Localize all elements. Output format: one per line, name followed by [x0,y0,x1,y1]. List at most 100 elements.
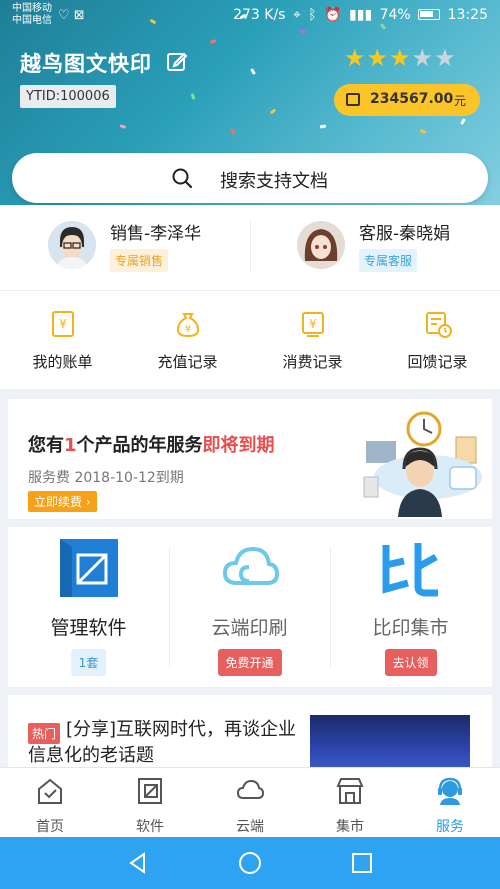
menu-item-bill[interactable]: ¥ 我的账单 [0,305,125,385]
yen-receipt-icon: ¥ [301,312,324,337]
location-icon: ⌖ [292,7,301,23]
bill-icon: ¥ [51,311,74,337]
cloud-icon [222,546,279,585]
home-icon [38,778,62,804]
quick-menu: ¥ 我的账单 ¥ 充值记录 ¥ 消费记录 回馈记录 [0,291,500,389]
tab-label: 首页 [36,819,64,835]
bluetooth-icon: ᛒ [308,7,317,23]
tab-bar: 首页 软件 云端 集市 服务 [0,767,500,837]
status-right: 273 K/s ⌖ ᛒ ⏰ ▮▮▮ 74% 13:25 [230,7,488,23]
contacts-panel: 销售-李泽华 专属销售 客服-秦晓娟 专属客服 [0,205,500,291]
hot-tag: 热门 [28,723,61,744]
sales-contact[interactable]: 销售-李泽华 专属销售 [48,217,268,279]
banner-count: 1 [64,435,77,456]
star-empty-icon: ★ [411,44,435,72]
product-badge[interactable]: 去认领 [384,649,437,676]
recents-icon[interactable] [350,851,374,875]
product-cloud-print[interactable]: 云端印刷 免费开通 [169,527,330,687]
product-name: 管理软件 [50,617,127,639]
search-placeholder: 搜索支持文档 [220,171,328,192]
alarm-icon: ⏰ [324,7,342,23]
service-headset-icon [438,777,462,805]
products-panel: 管理软件 1套 云端印刷 免费开通 比印集市 去认领 [8,527,492,687]
menu-label: 回馈记录 [407,353,468,371]
article-thumbnail [310,715,470,767]
back-icon[interactable] [126,851,150,875]
tab-label: 服务 [436,819,464,835]
star-filled-icon: ★ [344,44,367,72]
banner-title-pre: 您有 [28,435,64,456]
carrier-2: 中国电信 [12,15,52,26]
money-bag-icon: ¥ [176,313,199,338]
ytid-label: YTID:100006 [20,85,116,108]
svg-text:¥: ¥ [309,317,317,331]
shop-name: 越鸟图文快印 [20,52,152,76]
star-empty-icon: ★ [434,44,457,72]
product-management-software[interactable]: 管理软件 1套 [8,527,169,687]
cloud-icon [236,779,265,799]
search-icon [172,168,192,188]
feedback-clock-icon [425,312,452,338]
menu-item-consumption[interactable]: ¥ 消费记录 [250,305,375,385]
product-name: 云端印刷 [211,617,288,639]
battery-icon [418,9,441,20]
tab-market[interactable]: 集市 [300,774,400,836]
tab-label: 软件 [136,819,164,835]
tab-software[interactable]: 软件 [100,774,200,836]
carrier-labels: 中国移动 中国电信 [12,3,52,27]
tab-label: 集市 [336,819,364,835]
banner-title-mid: 个产品的年服务 [76,435,203,456]
avatar [48,221,96,269]
balance-unit: 元 [453,94,466,108]
battery-percent: 74% [379,7,411,23]
service-name: 客服-秦晓娟 [359,224,451,244]
sales-tag: 专属销售 [110,249,169,272]
net-speed: 273 K/s [233,7,286,23]
renew-button[interactable]: 立即续费 › [28,491,97,512]
banner-title: 您有1个产品的年服务即将到期 [28,431,275,457]
menu-item-feedback[interactable]: 回馈记录 [375,305,500,385]
android-nav-bar [0,837,500,889]
avatar [297,221,345,269]
carrier-1: 中国移动 [12,3,52,14]
divider [250,221,251,273]
wallet-icon [346,93,360,106]
service-tag: 专属客服 [359,249,418,272]
rating-stars: ★★★★★ [344,44,457,72]
product-biyin-market[interactable]: 比印集市 去认领 [330,527,491,687]
menu-label: 消费记录 [282,353,343,371]
menu-label: 我的账单 [32,353,93,371]
balance-amount: 234567.00 [370,91,454,107]
star-filled-icon: ★ [389,44,412,72]
article-title: [分享]互联网时代，再谈企业信息化的老话题 [28,719,297,766]
biyin-logo-icon [382,543,438,597]
signal-icon: ▮▮▮ [349,7,373,23]
product-badge[interactable]: 1套 [70,649,107,676]
tab-home[interactable]: 首页 [0,774,100,836]
sales-name: 销售-李泽华 [110,224,202,244]
tab-label: 云端 [236,819,264,835]
balance-pill[interactable]: 234567.00 元 [334,84,480,116]
status-bar: 中国移动 中国电信 ♡ ⊠ 273 K/s ⌖ ᛒ ⏰ ▮▮▮ 74% 13:2… [0,0,500,32]
software-box-icon [59,539,118,597]
tab-service[interactable]: 服务 [400,774,500,836]
software-icon [138,778,162,804]
article-card[interactable]: [分享]互联网时代，再谈企业信息化的老话题 热门 [8,695,492,767]
banner-subtitle: 服务费 2018-10-12到期 [28,470,184,486]
banner-title-highlight: 即将到期 [202,435,275,456]
svg-text:¥: ¥ [184,324,190,335]
heart-icon: ♡ ⊠ [58,8,85,23]
menu-label: 充值记录 [157,353,218,371]
support-agent-illustration [363,411,482,517]
menu-item-recharge[interactable]: ¥ 充值记录 [125,305,250,385]
edit-icon[interactable] [166,50,188,72]
tab-cloud[interactable]: 云端 [200,774,300,836]
product-badge[interactable]: 免费开通 [217,649,282,676]
star-filled-icon: ★ [366,44,390,72]
market-icon [336,778,364,804]
service-contact[interactable]: 客服-秦晓娟 专属客服 [297,217,500,279]
home-circle-icon[interactable] [238,851,262,875]
svg-text:¥: ¥ [59,317,67,331]
search-bar[interactable]: 搜索支持文档 [12,153,488,203]
expiry-banner[interactable]: 您有1个产品的年服务即将到期 服务费 2018-10-12到期 立即续费 › [8,399,492,519]
